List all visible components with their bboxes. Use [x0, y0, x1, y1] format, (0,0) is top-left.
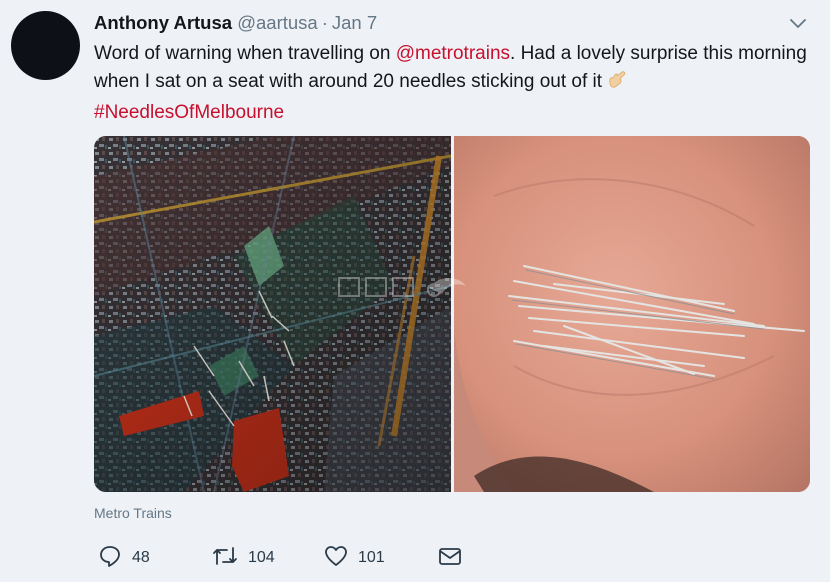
author-handle[interactable]: @aartusa: [237, 12, 318, 33]
retweet-button[interactable]: 104: [212, 543, 275, 573]
chevron-down-icon[interactable]: [788, 14, 808, 34]
author-name[interactable]: Anthony Artusa: [94, 12, 232, 33]
mention-link[interactable]: @metrotrains: [396, 43, 510, 64]
heart-icon: [324, 545, 348, 572]
media-source-label[interactable]: Metro Trains: [94, 505, 172, 521]
envelope-icon: [438, 545, 462, 572]
tweet-text-part1: Word of warning when travelling on: [94, 43, 396, 64]
watermark-logo: [334, 266, 474, 306]
tweet-actions: 48 104 101: [94, 543, 594, 573]
retweet-count: 104: [248, 549, 275, 566]
avatar[interactable]: [11, 11, 80, 80]
hashtag-link[interactable]: #NeedlesOfMelbourne: [94, 102, 284, 123]
tweet-date[interactable]: Jan 7: [332, 12, 377, 33]
like-button[interactable]: 101: [324, 543, 385, 573]
separator: ·: [321, 12, 328, 33]
needles-in-hand-photo[interactable]: [454, 136, 810, 492]
reply-icon: [98, 544, 122, 573]
tweet-media[interactable]: [94, 136, 810, 492]
reply-count: 48: [132, 549, 150, 566]
tweet-text: Word of warning when travelling on @metr…: [94, 40, 814, 127]
reply-button[interactable]: 48: [98, 543, 150, 573]
call-me-hand-icon: [606, 68, 628, 99]
like-count: 101: [358, 549, 385, 566]
tweet-header: Anthony Artusa @aartusa · Jan 7: [94, 11, 377, 35]
retweet-icon: [212, 544, 238, 573]
direct-message-button[interactable]: [438, 543, 462, 573]
seat-fabric-photo[interactable]: [94, 136, 451, 492]
